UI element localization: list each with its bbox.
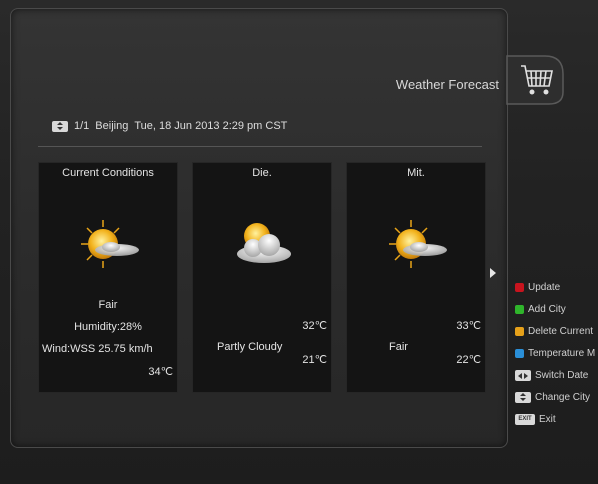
legend-update[interactable]: Update: [515, 276, 595, 298]
city-name: Beijing: [95, 120, 129, 132]
low-temperature: 22℃: [456, 354, 481, 366]
forecast-card-mit[interactable]: Mit. 33℃ Fair 22℃: [346, 162, 486, 393]
legend-label: Exit: [539, 413, 556, 425]
exit-key-icon: EXIT: [515, 413, 535, 425]
humidity-text: Humidity:28%: [74, 321, 142, 333]
legend-change-city[interactable]: Change City: [515, 386, 595, 408]
key-legend: Update Add City Delete Current Temperatu…: [515, 276, 595, 430]
sun-cloud-icon: [81, 220, 139, 268]
low-temperature: 21℃: [302, 354, 327, 366]
legend-temperature-mode[interactable]: Temperature M: [515, 342, 595, 364]
card-heading: Current Conditions: [62, 167, 154, 179]
left-right-key-icon: [515, 369, 531, 381]
legend-add-city[interactable]: Add City: [515, 298, 595, 320]
page-indicator: 1/1: [74, 120, 90, 132]
legend-label: Delete Current: [528, 325, 594, 337]
condition-text: Partly Cloudy: [217, 341, 283, 353]
legend-label: Change City: [535, 391, 591, 403]
up-down-key-icon: [515, 391, 531, 403]
sun-cloud-icon: [389, 220, 447, 268]
card-heading: Mit.: [407, 167, 425, 179]
current-conditions-card[interactable]: Current Conditions Fair Humidity:28% Win…: [38, 162, 178, 393]
condition-text: Fair: [389, 341, 408, 353]
arrow-right-icon[interactable]: [490, 268, 496, 278]
high-temperature: 33℃: [456, 320, 481, 332]
high-temperature: 32℃: [302, 320, 327, 332]
legend-label: Add City: [528, 303, 566, 315]
date-time: Tue, 18 Jun 2013 2:29 pm CST: [134, 120, 288, 132]
temperature-text: 34℃: [148, 366, 173, 378]
legend-switch-date[interactable]: Switch Date: [515, 364, 595, 386]
card-heading: Die.: [252, 167, 272, 179]
red-key-icon: [515, 282, 524, 292]
wind-text: Wind:WSS 25.75 km/h: [42, 343, 153, 355]
location-row: 1/1 Beijing Tue, 18 Jun 2013 2:29 pm CST: [52, 120, 287, 132]
up-down-key-icon: [52, 120, 68, 132]
green-key-icon: [515, 304, 524, 314]
legend-delete-current[interactable]: Delete Current: [515, 320, 595, 342]
shopping-cart-icon: [506, 55, 564, 105]
legend-exit[interactable]: EXIT Exit: [515, 408, 595, 430]
legend-label: Switch Date: [535, 369, 589, 381]
yellow-key-icon: [515, 326, 524, 336]
forecast-card-die[interactable]: Die. 32℃ Partly Cloudy 21℃: [192, 162, 332, 393]
legend-label: Update: [528, 281, 561, 293]
blue-key-icon: [515, 348, 524, 358]
legend-label: Temperature M: [528, 347, 596, 359]
condition-text: Fair: [98, 299, 118, 311]
screen-background: Weather Forecast 1/1 Beijing Tue, 18 Jun…: [0, 0, 598, 484]
page-title: Weather Forecast: [395, 77, 499, 92]
partly-cloudy-icon: [237, 223, 291, 263]
divider: [38, 146, 482, 147]
